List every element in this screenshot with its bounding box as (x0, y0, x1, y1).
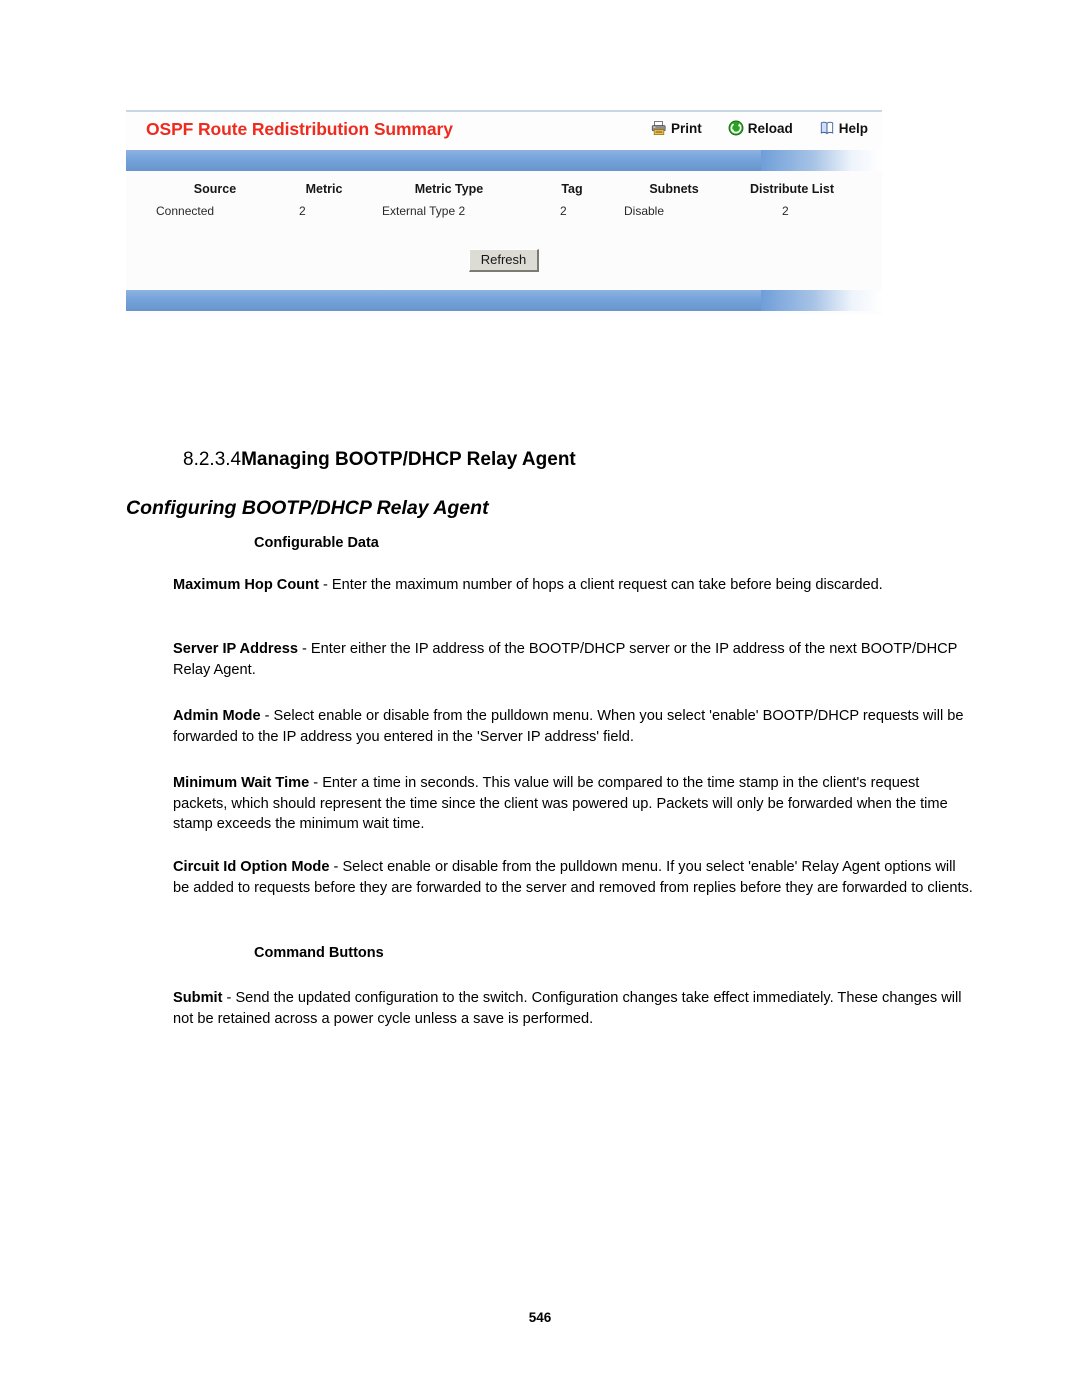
table-header-row: Source Metric Metric Type Tag Subnets Di… (156, 182, 856, 204)
panel-band-top (126, 150, 882, 171)
print-label: Print (670, 120, 702, 136)
section-number: 8.2.3.4 (183, 449, 242, 470)
paragraph-circuit-id-option-mode: Circuit Id Option Mode - Select enable o… (173, 857, 973, 898)
desc-admin-mode: Select enable or disable from the pulldo… (173, 708, 964, 745)
paragraph-maximum-hop-count: Maximum Hop Count - Enter the maximum nu… (173, 575, 973, 596)
configurable-data-label: Configurable Data (254, 535, 379, 551)
paragraph-minimum-wait-time: Minimum Wait Time - Enter a time in seco… (173, 773, 973, 835)
cell-distribute-list: 2 (782, 204, 789, 218)
panel-top-rule (126, 110, 882, 112)
column-header-metric-type: Metric Type (414, 182, 484, 196)
sep-1: - (297, 641, 311, 657)
term-server-ip-address: Server IP Address (173, 641, 298, 657)
panel-title: OSPF Route Redistribution Summary (146, 119, 453, 139)
reload-icon (728, 120, 744, 136)
column-header-tag: Tag (561, 182, 583, 196)
term-minimum-wait-time: Minimum Wait Time (173, 775, 310, 791)
cell-subnets: Disable (624, 204, 665, 218)
paragraph-admin-mode: Admin Mode - Select enable or disable fr… (173, 706, 973, 747)
printer-icon (651, 120, 667, 136)
column-header-metric: Metric (305, 182, 343, 196)
page-number: 546 (528, 1310, 552, 1325)
section-heading: 8.2.3.4Managing BOOTP/DHCP Relay Agent (183, 449, 576, 471)
term-maximum-hop-count: Maximum Hop Count (173, 577, 319, 593)
sep-2: - (260, 708, 274, 724)
help-book-icon (819, 120, 835, 136)
command-buttons-label: Command Buttons (254, 945, 384, 961)
desc-submit: Send the updated configuration to the sw… (173, 990, 962, 1027)
panel-body: Source Metric Metric Type Tag Subnets Di… (126, 171, 882, 290)
table-row: Connected 2 External Type 2 2 Disable 2 (156, 204, 856, 218)
ospf-redistribution-table: Source Metric Metric Type Tag Subnets Di… (156, 182, 856, 218)
subsection-heading: Configuring BOOTP/DHCP Relay Agent (126, 497, 489, 519)
paragraph-submit: Submit - Send the updated configuration … (173, 988, 973, 1029)
cell-metric: 2 (299, 204, 306, 218)
section-title: Managing BOOTP/DHCP Relay Agent (241, 449, 576, 470)
reload-label: Reload (747, 120, 793, 136)
print-button[interactable]: Print (651, 120, 702, 136)
cell-source: Connected (156, 204, 215, 218)
term-admin-mode: Admin Mode (173, 708, 261, 724)
ospf-summary-screenshot-panel: OSPF Route Redistribution Summary Print (126, 110, 882, 315)
panel-band-bottom (126, 290, 882, 311)
sep-3: - (309, 775, 323, 791)
paragraph-server-ip-address: Server IP Address - Enter either the IP … (173, 639, 973, 680)
desc-maximum-hop-count: Enter the maximum number of hops a clien… (331, 577, 883, 593)
cell-tag: 2 (560, 204, 567, 218)
cell-metric-type: External Type 2 (382, 204, 466, 218)
help-label: Help (838, 120, 868, 136)
column-header-distribute-list: Distribute List (749, 182, 835, 196)
term-submit: Submit (173, 990, 223, 1006)
refresh-button-container: Refresh (126, 249, 882, 272)
column-header-source: Source (193, 182, 237, 196)
sep-4: - (329, 859, 343, 875)
column-header-subnets: Subnets (649, 182, 699, 196)
reload-button[interactable]: Reload (728, 120, 793, 136)
help-button[interactable]: Help (819, 120, 868, 136)
sep-0: - (318, 577, 332, 593)
panel-header: OSPF Route Redistribution Summary Print (126, 117, 882, 149)
refresh-button[interactable]: Refresh (468, 249, 540, 272)
term-circuit-id-option-mode: Circuit Id Option Mode (173, 859, 330, 875)
panel-toolbar: Print Reload Help (651, 120, 868, 136)
sep-submit: - (222, 990, 236, 1006)
